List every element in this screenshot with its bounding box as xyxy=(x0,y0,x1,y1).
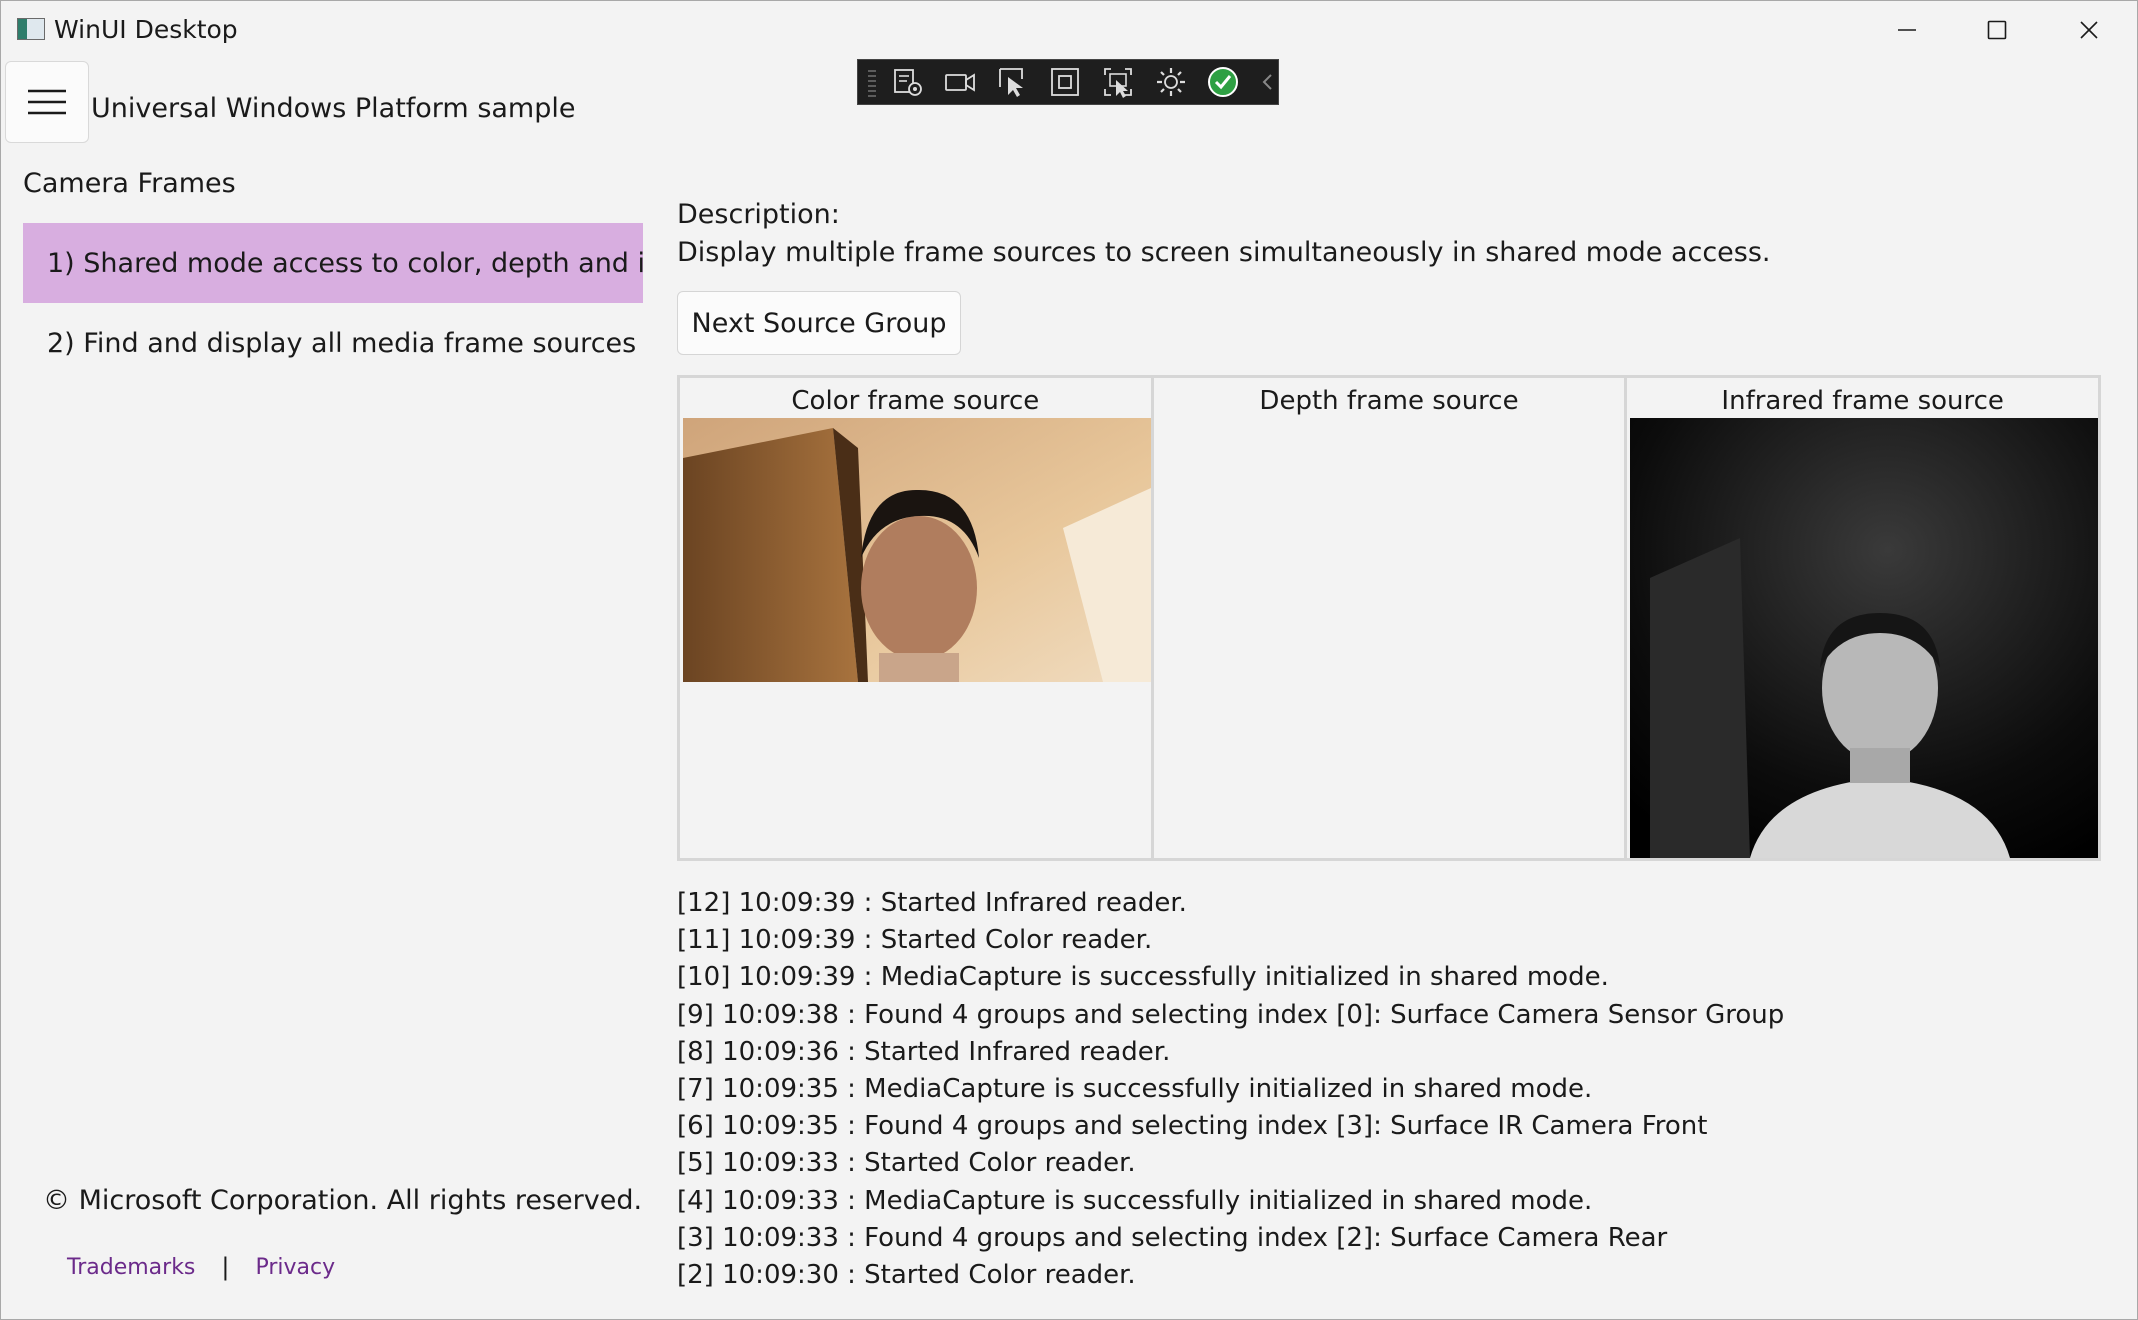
close-button[interactable] xyxy=(2043,1,2135,59)
footer-links: Trademarks | Privacy xyxy=(67,1253,335,1281)
hot-reload-icon xyxy=(1156,68,1185,96)
log-line: [5] 10:09:33 : Started Color reader. xyxy=(677,1148,1136,1179)
scenario-item-find-sources[interactable]: 2) Find and display all media frame sour… xyxy=(23,303,643,383)
hot-reload-status-button[interactable] xyxy=(1205,64,1241,100)
color-frame-image xyxy=(683,418,1151,682)
minimize-button[interactable] xyxy=(1861,1,1953,59)
minimize-icon xyxy=(1898,29,1916,31)
log-line: [7] 10:09:35 : MediaCapture is successfu… xyxy=(677,1074,1593,1105)
log-line: [2] 10:09:30 : Started Color reader. xyxy=(677,1260,1136,1291)
window-title: WinUI Desktop xyxy=(54,15,238,44)
status-log: [12] 10:09:39 : Started Infrared reader.… xyxy=(677,885,1784,1294)
infrared-frame-image xyxy=(1630,418,2099,858)
scenario-item-label: 1) Shared mode access to color, depth an… xyxy=(47,247,643,279)
maximize-button[interactable] xyxy=(1951,1,2043,59)
infrared-frame-panel: Infrared frame source xyxy=(1627,378,2099,858)
live-visual-tree-button[interactable] xyxy=(890,64,926,100)
log-line: [8] 10:09:36 : Started Infrared reader. xyxy=(677,1036,1171,1067)
maximize-icon xyxy=(1987,20,2007,40)
layout-adorner-icon xyxy=(1051,68,1080,96)
page-header-title: Universal Windows Platform sample xyxy=(91,93,576,124)
select-element-icon xyxy=(998,68,1023,97)
hot-reload-button[interactable] xyxy=(1153,64,1189,100)
log-line: [6] 10:09:35 : Found 4 groups and select… xyxy=(677,1111,1708,1142)
title-bar: WinUI Desktop xyxy=(1,1,2137,59)
frame-label: Color frame source xyxy=(791,386,1040,416)
log-line: [11] 10:09:39 : Started Color reader. xyxy=(677,925,1153,956)
display-layout-adorners-button[interactable] xyxy=(1048,64,1084,100)
privacy-link[interactable]: Privacy xyxy=(255,1255,335,1280)
log-line: [12] 10:09:39 : Started Infrared reader. xyxy=(677,888,1187,918)
trademarks-link[interactable]: Trademarks xyxy=(67,1255,195,1280)
collapse-toolbar-button[interactable] xyxy=(1258,64,1278,100)
frame-label: Infrared frame source xyxy=(1721,386,2004,416)
log-line: [9] 10:09:38 : Found 4 groups and select… xyxy=(677,999,1785,1030)
record-button[interactable] xyxy=(942,64,978,100)
description-text: Display multiple frame sources to screen… xyxy=(677,237,1771,268)
scenario-list-title: Camera Frames xyxy=(23,168,236,199)
app-window: WinUI Desktop Universal Windows Platform… xyxy=(0,0,2138,1320)
scenario-item-shared-mode[interactable]: 1) Shared mode access to color, depth an… xyxy=(23,223,643,303)
chevron-left-icon xyxy=(1262,74,1272,90)
log-line: [10] 10:09:39 : MediaCapture is successf… xyxy=(677,962,1609,993)
video-camera-icon xyxy=(945,73,976,92)
copyright-text: © Microsoft Corporation. All rights rese… xyxy=(43,1185,643,1216)
scenario-item-label: 2) Find and display all media frame sour… xyxy=(47,327,637,359)
xaml-debug-toolbar xyxy=(857,59,1279,105)
log-line: [4] 10:09:33 : MediaCapture is successfu… xyxy=(677,1185,1593,1216)
next-source-group-button[interactable]: Next Source Group xyxy=(677,291,961,355)
log-line: [3] 10:09:33 : Found 4 groups and select… xyxy=(677,1222,1668,1253)
description-label: Description: xyxy=(677,199,840,230)
depth-frame-panel: Depth frame source xyxy=(1154,378,1628,858)
live-visual-tree-icon xyxy=(893,69,922,96)
track-focused-element-button[interactable] xyxy=(1100,64,1136,100)
hamburger-menu-button[interactable] xyxy=(5,61,89,143)
select-element-button[interactable] xyxy=(995,64,1031,100)
link-separator: | xyxy=(221,1253,230,1281)
check-circle-icon xyxy=(1208,67,1239,97)
frame-label: Depth frame source xyxy=(1259,386,1519,416)
hamburger-icon xyxy=(28,89,66,115)
frame-sources-grid: Color frame source Depth frame source In… xyxy=(677,375,2101,861)
color-frame-panel: Color frame source xyxy=(680,378,1154,858)
app-icon xyxy=(17,18,45,40)
track-focus-icon xyxy=(1104,68,1132,98)
close-icon xyxy=(2080,21,2098,39)
toolbar-grip[interactable] xyxy=(868,67,876,97)
